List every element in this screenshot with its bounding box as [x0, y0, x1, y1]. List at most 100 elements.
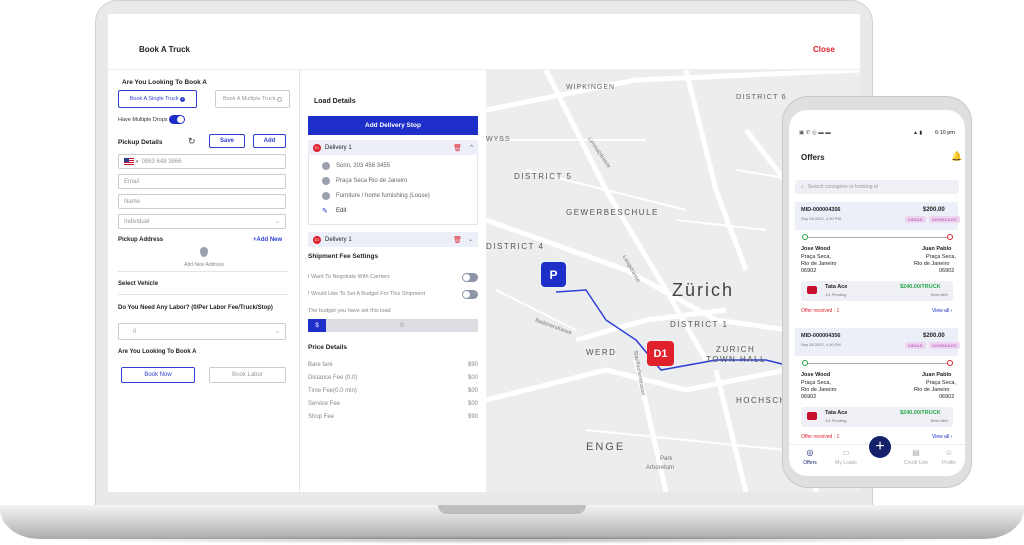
offer-card[interactable]: MID-000004356 $200.00 Sep 08 2022, 4:30 …: [795, 328, 960, 446]
pickup-address-heading: Pickup Address: [118, 237, 164, 243]
delivery-1-header[interactable]: D1 Delivery 1 🗑 ^: [308, 140, 478, 155]
close-button[interactable]: Close: [813, 45, 835, 54]
delivery-marker[interactable]: D1: [647, 341, 674, 366]
map-label: GEWERBESCHULE: [566, 208, 659, 217]
select-vehicle-heading: Select Vehicle: [118, 281, 159, 287]
map-label: WYSS: [486, 136, 511, 143]
refresh-icon[interactable]: ↻: [188, 136, 196, 147]
credit-tab-icon: ▤: [912, 448, 920, 457]
profile-tab-icon: ☺: [944, 448, 954, 457]
map-label: DISTRICT 5: [514, 172, 573, 181]
scheduled-badge: SCHEDULED: [929, 342, 960, 349]
package-icon: [322, 192, 330, 200]
delivery-1b-header[interactable]: D1 Delivery 1 🗑 ⌄: [308, 232, 478, 247]
info-icon: [277, 96, 283, 102]
name-field[interactable]: Name: [118, 194, 286, 209]
save-button[interactable]: Save: [209, 134, 245, 148]
delete-icon[interactable]: 🗑: [453, 236, 462, 244]
info-icon: i: [180, 96, 186, 102]
book-type-question: Are You Looking To Book A: [122, 79, 207, 86]
set-budget-toggle[interactable]: [462, 290, 478, 299]
offer-card[interactable]: MID-000004356 $200.00 Sep 08 2022, 4:30 …: [795, 202, 960, 320]
add-fab-button[interactable]: +: [869, 436, 891, 458]
map-label: HOCHSCH: [736, 396, 787, 405]
offer-price: $200.00: [923, 207, 945, 213]
price-details-heading: Price Details: [308, 344, 348, 351]
budget-value: 0: [400, 322, 404, 329]
negotiate-label: I Want To Negotiate With Carriers: [308, 274, 390, 280]
book-labor-button[interactable]: Book Labor: [209, 367, 286, 383]
budget-input[interactable]: $ 0: [308, 319, 478, 332]
book-now-button[interactable]: Book Now: [121, 367, 195, 383]
page-title: Book A Truck: [139, 45, 190, 54]
laptop-notch: [438, 505, 586, 514]
book-question-2: Are You Looking To Book A: [118, 349, 197, 355]
tab-credit-line[interactable]: Credit Line: [901, 460, 931, 466]
goods-row: Furniture / home furnishing (Loose): [322, 192, 430, 200]
tab-offers[interactable]: Offers: [795, 460, 825, 466]
tab-my-loads[interactable]: My Loads: [831, 460, 861, 466]
customer-type-select[interactable]: Individual ⌄: [118, 214, 286, 229]
email-field[interactable]: Email: [118, 174, 286, 189]
scheduled-badge: SCHEDULED: [929, 216, 960, 223]
add-button[interactable]: Add: [253, 134, 286, 148]
pending-count: 1/1 Pending: [825, 292, 847, 297]
to-address: Praça Seca,: [926, 380, 956, 386]
pending-count: 1/1 Pending: [825, 418, 847, 423]
negotiate-toggle[interactable]: [462, 273, 478, 282]
map-label: Arboretum: [646, 465, 675, 471]
pickup-details-heading: Pickup Details: [118, 139, 163, 146]
edit-link[interactable]: ✎ Edit: [322, 207, 346, 215]
offers-tab-icon: ◎: [806, 448, 814, 457]
single-truck-button[interactable]: Book A Single Truck i: [118, 90, 197, 108]
route-line: [805, 237, 951, 238]
laptop-shadow: [30, 536, 994, 544]
view-all-link[interactable]: View all ›: [932, 308, 952, 314]
offers-title: Offers: [801, 153, 825, 162]
load-details-heading: Load Details: [314, 98, 356, 105]
delivery-pin-icon: D1: [313, 235, 321, 244]
truck-icon: [807, 412, 817, 420]
map-city-label: Zürich: [672, 280, 735, 300]
multiple-drops-toggle[interactable]: [169, 115, 185, 124]
labor-count-select[interactable]: 0 ⌄: [118, 323, 286, 340]
status-time: 6:10 pm: [935, 130, 955, 136]
divider: [118, 271, 288, 272]
offer-date: Sep 08 2022, 4:30 PM: [801, 216, 841, 221]
to-zip: 06902: [939, 268, 955, 274]
multiple-truck-button[interactable]: Book A Multiple Truck: [215, 90, 290, 108]
search-input[interactable]: ⌕ Search consignee or booking id: [795, 180, 959, 194]
map-label: DISTRICT 6: [736, 92, 787, 101]
price-row: Bare fare $90: [308, 362, 478, 368]
load-details-panel: Load Details Add Delivery Stop D1 Delive…: [308, 70, 480, 492]
chevron-down-icon[interactable]: ⌄: [468, 236, 473, 243]
best-offer-label: Best offer: [931, 418, 949, 423]
map-label: DISTRICT 4: [486, 242, 545, 251]
us-flag-icon: [124, 158, 134, 165]
tab-profile[interactable]: Profile: [934, 460, 964, 466]
carrier-name: Tata Ace: [825, 284, 848, 290]
pencil-icon: ✎: [322, 208, 328, 215]
to-name: Juan Pablo: [922, 372, 952, 378]
divider: [118, 294, 288, 295]
add-delivery-stop-button[interactable]: Add Delivery Stop: [308, 116, 478, 135]
bell-icon[interactable]: 🔔: [951, 151, 962, 162]
app-header: Book A Truck Close: [108, 14, 860, 70]
add-new-address-text[interactable]: Add New Address: [108, 262, 300, 268]
add-new-address-link[interactable]: +Add New: [253, 237, 282, 243]
origin-dot: [802, 360, 808, 366]
pickup-marker[interactable]: P: [541, 262, 566, 287]
from-address: Rio de Janeiro: [801, 387, 837, 393]
labor-question: Do You Need Any Labor? (0/Per Labor Fee/…: [118, 305, 273, 311]
phone-field[interactable]: ▾ 0863 648 3866: [118, 154, 286, 169]
delete-icon[interactable]: 🗑: [453, 144, 462, 152]
offers-received: Offer received : 1: [801, 308, 840, 314]
chevron-up-icon[interactable]: ^: [470, 145, 473, 151]
offer-price: $200.00: [923, 333, 945, 339]
view-all-link[interactable]: View all ›: [932, 434, 952, 440]
single-badge: SINGLE: [905, 342, 926, 349]
signal-icon: ▲ ▮: [913, 130, 923, 136]
address-row: Praça Seca Rio de Janeiro: [322, 177, 407, 185]
budget-text: The budget you have set this load: [308, 308, 391, 314]
from-address: Praça Seca,: [801, 380, 831, 386]
